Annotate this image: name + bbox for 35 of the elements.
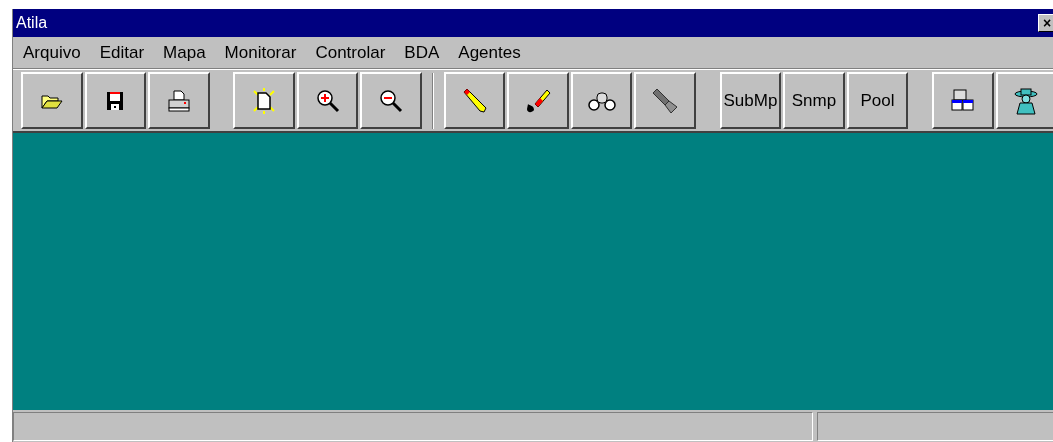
toolbar-button[interactable] [443, 72, 506, 129]
toolbar-button[interactable]: Pool [846, 72, 909, 129]
toolbar-button[interactable] [995, 72, 1053, 129]
menu-item[interactable]: Arquivo [23, 39, 81, 66]
toolbar-button[interactable] [296, 72, 359, 129]
toolbar-button[interactable] [634, 72, 696, 129]
toolbar-button[interactable] [570, 72, 633, 129]
menu-item[interactable]: BDA [404, 39, 440, 66]
menu-item[interactable]: Monitorar [224, 39, 297, 66]
printer-icon [166, 89, 191, 112]
window-title: Atila [16, 13, 48, 33]
eraser-icon [525, 87, 552, 114]
toolbar-button[interactable] [21, 72, 83, 129]
toolbar-button[interactable] [360, 72, 422, 129]
toolbar-button[interactable] [148, 72, 210, 129]
menu-item[interactable]: Agentes [458, 39, 521, 66]
zoom-out-icon [379, 88, 404, 113]
menu-item[interactable]: Mapa [163, 39, 206, 66]
pencil-icon [461, 87, 488, 114]
toolbar-button[interactable] [507, 72, 569, 129]
zoom-in-icon [315, 88, 340, 113]
menu-item[interactable]: Controlar [315, 39, 386, 66]
toolbar-button[interactable] [932, 72, 994, 129]
toolbar-button[interactable]: Snmp [783, 72, 845, 129]
toolbar-button[interactable]: SubMp [719, 72, 782, 129]
toolbar-button[interactable] [233, 72, 295, 129]
toolbar-button[interactable] [84, 72, 147, 129]
folder-icon [40, 92, 63, 109]
agent-figure-icon [1013, 86, 1040, 115]
close-button[interactable]: × [1038, 14, 1053, 32]
computers-icon [949, 87, 976, 114]
new-page-icon [251, 87, 278, 114]
menu-item[interactable]: Editar [99, 39, 145, 66]
binoculars-icon [587, 90, 616, 111]
flashlight-icon [651, 86, 680, 115]
